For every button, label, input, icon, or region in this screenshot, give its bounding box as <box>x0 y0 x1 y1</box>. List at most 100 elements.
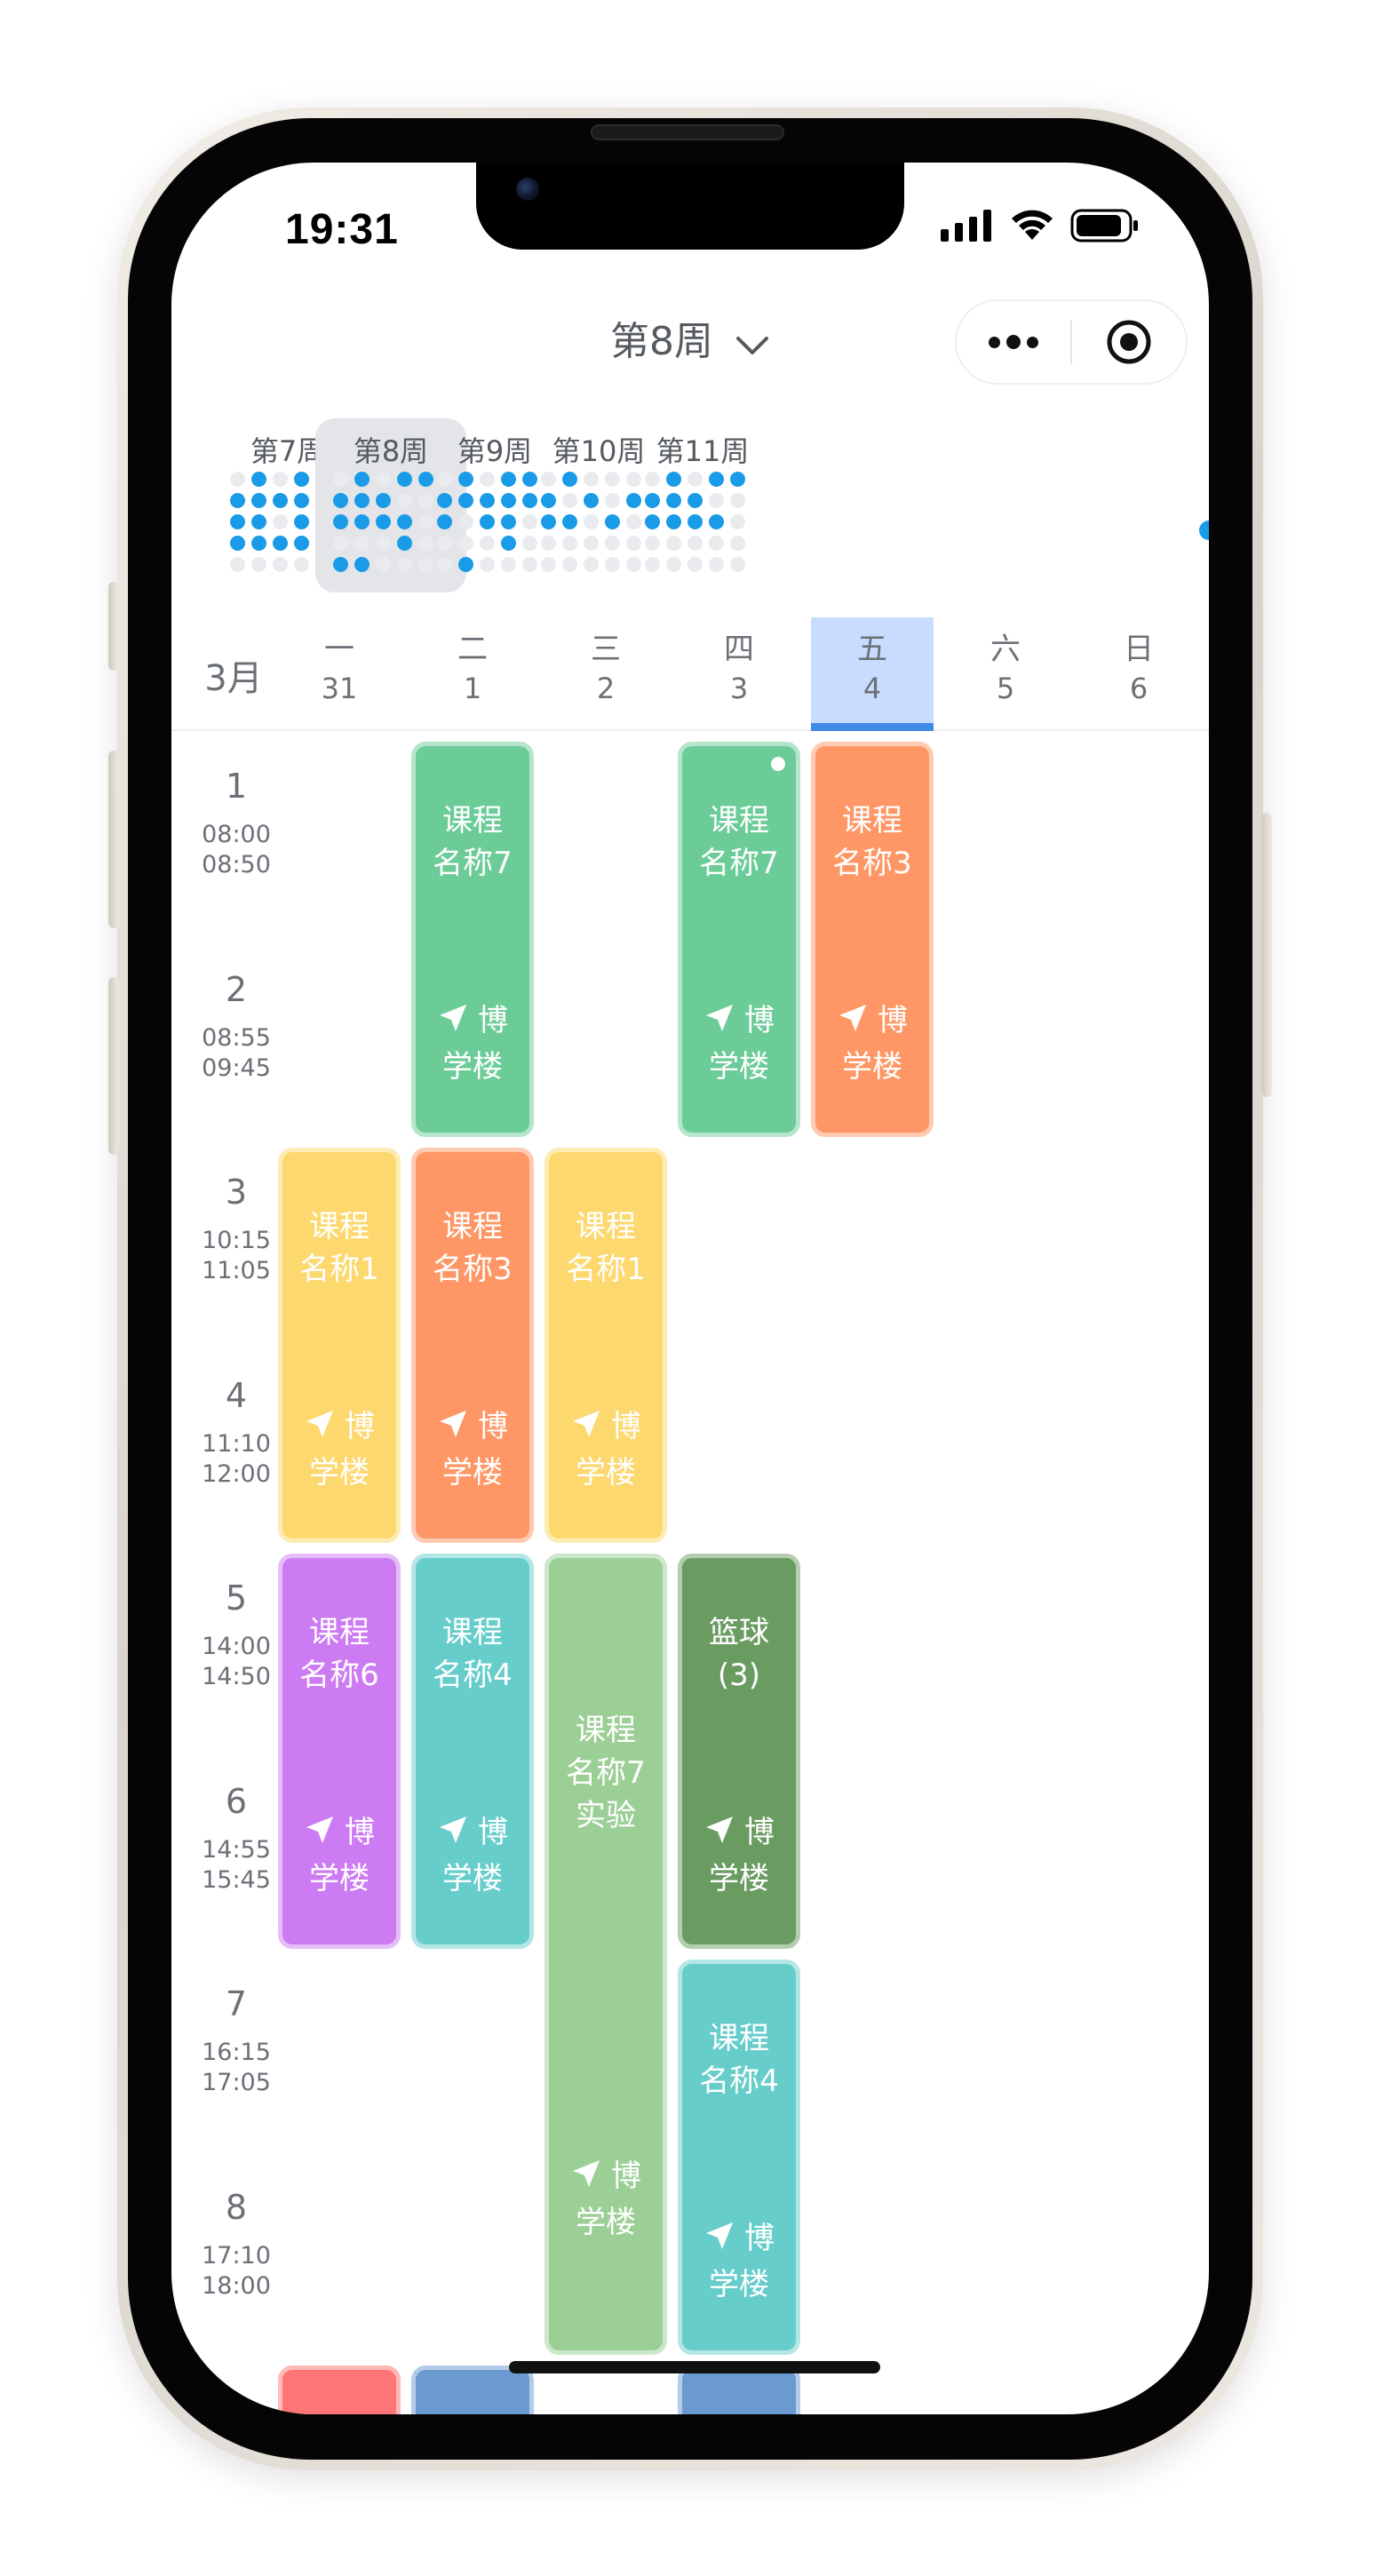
day-column-header[interactable]: 一 31 <box>278 617 401 731</box>
course-name-line: 名称3 <box>433 1252 513 1287</box>
more-options-button[interactable] <box>957 301 1070 383</box>
schedule-dot <box>730 472 745 487</box>
schedule-dot <box>354 514 370 529</box>
day-column-header[interactable]: 三2 <box>544 617 667 731</box>
course-name: 课程 名称4 <box>682 2017 796 2103</box>
course-location: 博学楼 <box>416 1811 529 1900</box>
course-name: 课程 名称7 <box>682 799 796 885</box>
schedule-dot <box>251 536 266 551</box>
schedule-dot <box>354 557 370 572</box>
schedule-dot <box>251 493 266 508</box>
course-name-line: 篮球 <box>709 1615 769 1650</box>
period-label: 7 16:15 17:05 <box>187 1983 285 2098</box>
schedule-dot <box>333 536 348 551</box>
course-name-line: 课程 <box>309 1209 370 1244</box>
course-name: 课程 名称7 <box>416 799 529 885</box>
period-end-time: 12:00 <box>202 1459 271 1488</box>
schedule-dot <box>397 536 412 551</box>
schedule-dot <box>333 472 348 487</box>
course-card[interactable]: 课程 名称4 博学楼 <box>411 1554 534 1949</box>
day-column-header[interactable]: 二1 <box>411 617 534 731</box>
schedule-dot <box>333 493 348 508</box>
course-location-text: 博 <box>878 1003 908 1038</box>
schedule-dot <box>501 493 516 508</box>
schedule-dot <box>230 472 245 487</box>
course-name-line: 实验 <box>576 1798 636 1833</box>
period-number: 5 <box>225 1578 248 1618</box>
schedule-dot <box>605 472 620 487</box>
more-dot-icon <box>1006 335 1021 349</box>
course-card[interactable]: 课程 名称1 博学楼 <box>544 1148 667 1543</box>
schedule-dot <box>541 472 556 487</box>
course-location-text: 博 <box>345 1815 375 1850</box>
schedule-dot <box>584 493 599 508</box>
course-location-line: 学楼 <box>309 1455 370 1491</box>
course-location: 博学楼 <box>815 999 929 1088</box>
course-location-line: 博 <box>549 1405 663 1451</box>
course-name-line: 课程 <box>309 1615 370 1650</box>
day-date: 1 <box>463 672 482 705</box>
course-card[interactable]: 课程 名称3 博学楼 <box>811 742 934 1137</box>
course-card[interactable]: 课程 名称1 博学楼 <box>278 1148 401 1543</box>
close-miniprogram-button[interactable] <box>1072 301 1186 383</box>
period-label: 1 08:00 08:50 <box>187 765 285 880</box>
schedule-dot <box>437 514 452 529</box>
schedule-dot <box>709 493 724 508</box>
location-arrow-icon <box>437 1408 469 1451</box>
location-arrow-icon <box>703 1814 735 1857</box>
period-number: 1 <box>225 767 248 806</box>
period-end-time: 08:50 <box>202 851 271 879</box>
schedule-dot <box>230 514 245 529</box>
course-card[interactable]: 课程 名称7 博学楼 <box>678 742 800 1137</box>
schedule-dot <box>730 493 745 508</box>
schedule-dot <box>230 493 245 508</box>
period-label: 3 10:15 11:05 <box>187 1171 285 1286</box>
schedule-dot <box>376 536 391 551</box>
weekday-name: 五 <box>857 632 887 667</box>
schedule-dot <box>437 557 452 572</box>
period-time: 14:00 14:50 <box>187 1632 285 1692</box>
course-name-line: 名称1 <box>299 1252 379 1287</box>
course-card[interactable]: 课程 名称6 博学楼 <box>278 1554 401 1949</box>
day-column-header[interactable]: 六5 <box>944 617 1067 731</box>
course-name: 篮球 (3) <box>682 1611 796 1697</box>
home-indicator[interactable] <box>509 2361 880 2373</box>
schedule-dot <box>541 557 556 572</box>
period-number: 6 <box>225 1781 248 1821</box>
schedule-dot <box>354 493 370 508</box>
schedule-dot <box>251 472 266 487</box>
day-date: 6 <box>1129 672 1149 705</box>
course-location-text: 博 <box>478 1409 508 1444</box>
schedule-dot <box>251 514 266 529</box>
period-time: 11:10 12:00 <box>187 1429 285 1490</box>
course-card[interactable]: 课程 名称4 博学楼 <box>678 1960 800 2355</box>
day-column-header[interactable]: 日6 <box>1077 617 1200 731</box>
course-card[interactable]: 课程 名称7 博学楼 <box>411 742 534 1137</box>
week-item[interactable]: 第11周 <box>627 418 778 592</box>
earpiece-speaker <box>591 124 784 140</box>
schedule-dot <box>458 472 473 487</box>
day-date: 31 <box>321 672 358 705</box>
status-icons <box>941 209 1140 242</box>
volume-up-button <box>108 751 119 928</box>
course-card[interactable] <box>278 2365 401 2414</box>
course-card[interactable]: 篮球 (3) 博学楼 <box>678 1554 800 1949</box>
course-name: 课程名称1 <box>282 1205 396 1291</box>
schedule-dot <box>584 514 599 529</box>
course-card[interactable]: 课程 名称3 博学楼 <box>411 1148 534 1543</box>
course-location-line: 博 <box>416 1405 529 1451</box>
target-close-icon <box>1107 320 1151 364</box>
course-location: 博学楼 <box>282 1811 396 1900</box>
schedule-dot <box>458 493 473 508</box>
course-card[interactable]: 课程 名称7 实验博学楼 <box>544 1554 667 2355</box>
course-name-line: 课程 <box>709 2021 769 2056</box>
course-name-line: 名称7 <box>566 1755 646 1791</box>
day-column-header[interactable]: 五4 <box>811 617 934 731</box>
course-location-text: 博 <box>744 2221 775 2256</box>
schedule-dot <box>709 472 724 487</box>
course-location-line: 学楼 <box>442 1861 503 1896</box>
period-end-time: 15:45 <box>202 1865 271 1894</box>
day-column-header[interactable]: 四3 <box>678 617 800 731</box>
schedule-dot <box>458 557 473 572</box>
period-end-time: 09:45 <box>202 1053 271 1082</box>
